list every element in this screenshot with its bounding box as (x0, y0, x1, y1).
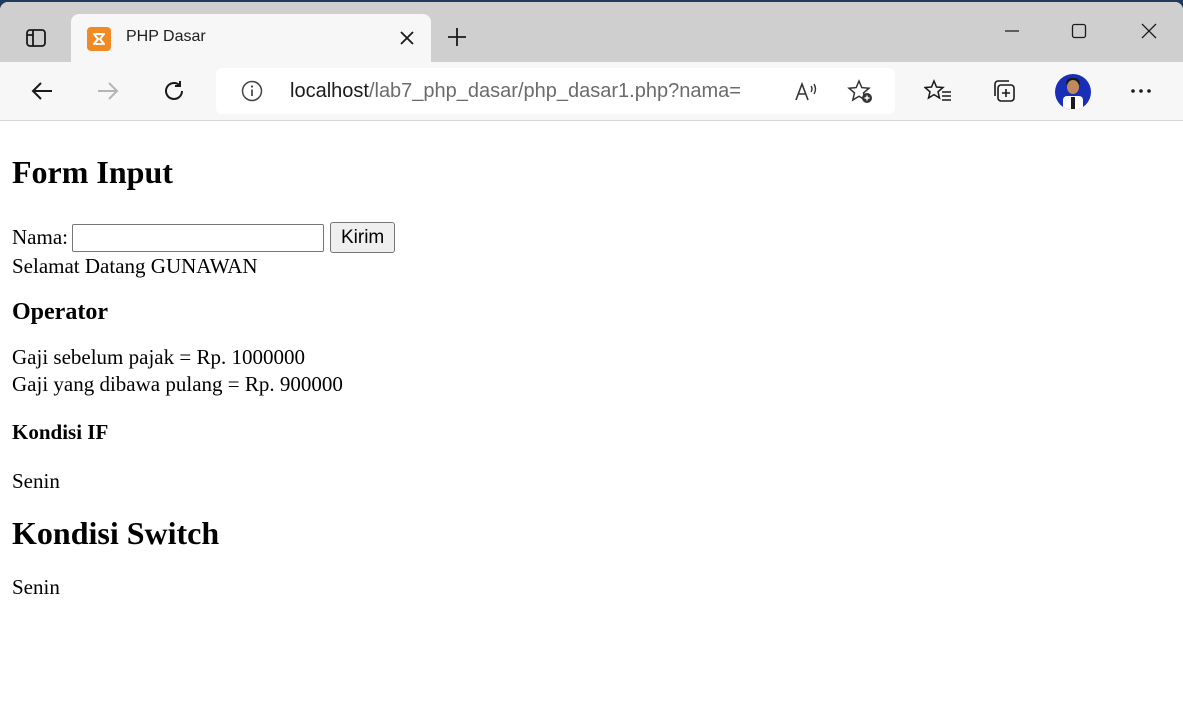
submit-button[interactable]: Kirim (329, 222, 396, 253)
switch-heading: Kondisi Switch (12, 515, 220, 551)
operator-heading: Operator (12, 299, 108, 325)
salary-after-text: Gaji yang dibawa pulang = Rp. 900000 (12, 372, 343, 396)
close-tab-icon[interactable] (397, 28, 417, 48)
form-heading: Form Input (12, 154, 173, 190)
name-label: Nama: (12, 225, 68, 249)
url-text[interactable]: localhost/lab7_php_dasar/php_dasar1.php?… (290, 80, 741, 103)
favorites-icon[interactable] (920, 73, 956, 109)
name-form: Nama: Kirim (12, 222, 1171, 253)
name-input[interactable] (71, 223, 324, 252)
greeting-text: Selamat Datang GUNAWAN (12, 254, 258, 278)
maximize-icon[interactable] (1062, 16, 1096, 46)
more-options-icon[interactable] (1123, 73, 1159, 109)
url-path: /lab7_php_dasar/php_dasar1.php?nama= (368, 80, 741, 102)
back-arrow-icon[interactable] (24, 73, 60, 109)
if-result-text: Senin (12, 469, 60, 493)
tab-actions-icon[interactable] (16, 20, 56, 56)
tab-title: PHP Dasar (126, 28, 206, 45)
browser-window: PHP Dasar localhost/lab7_php_dasar/php_d… (0, 2, 1183, 723)
collections-icon[interactable] (986, 73, 1022, 109)
read-aloud-icon[interactable] (792, 77, 822, 107)
tab-strip: PHP Dasar (0, 2, 1183, 62)
xampp-favicon-icon (87, 27, 111, 51)
minimize-icon[interactable] (995, 16, 1029, 46)
refresh-icon[interactable] (156, 73, 192, 109)
new-tab-icon[interactable] (440, 20, 474, 54)
site-info-icon[interactable] (240, 79, 264, 103)
add-favorite-icon[interactable] (846, 77, 876, 107)
close-window-icon[interactable] (1132, 16, 1166, 46)
tab-php-dasar[interactable]: PHP Dasar (71, 14, 431, 62)
salary-before-text: Gaji sebelum pajak = Rp. 1000000 (12, 345, 305, 369)
if-heading: Kondisi IF (12, 420, 109, 444)
browser-toolbar: localhost/lab7_php_dasar/php_dasar1.php?… (0, 62, 1183, 121)
profile-avatar[interactable] (1055, 74, 1091, 110)
switch-result-text: Senin (12, 575, 60, 599)
forward-arrow-icon[interactable] (90, 73, 126, 109)
url-host: localhost (290, 80, 369, 102)
page-content: Form Input Nama: Kirim Selamat Datang GU… (0, 121, 1183, 723)
address-bar[interactable]: localhost/lab7_php_dasar/php_dasar1.php?… (216, 68, 895, 114)
